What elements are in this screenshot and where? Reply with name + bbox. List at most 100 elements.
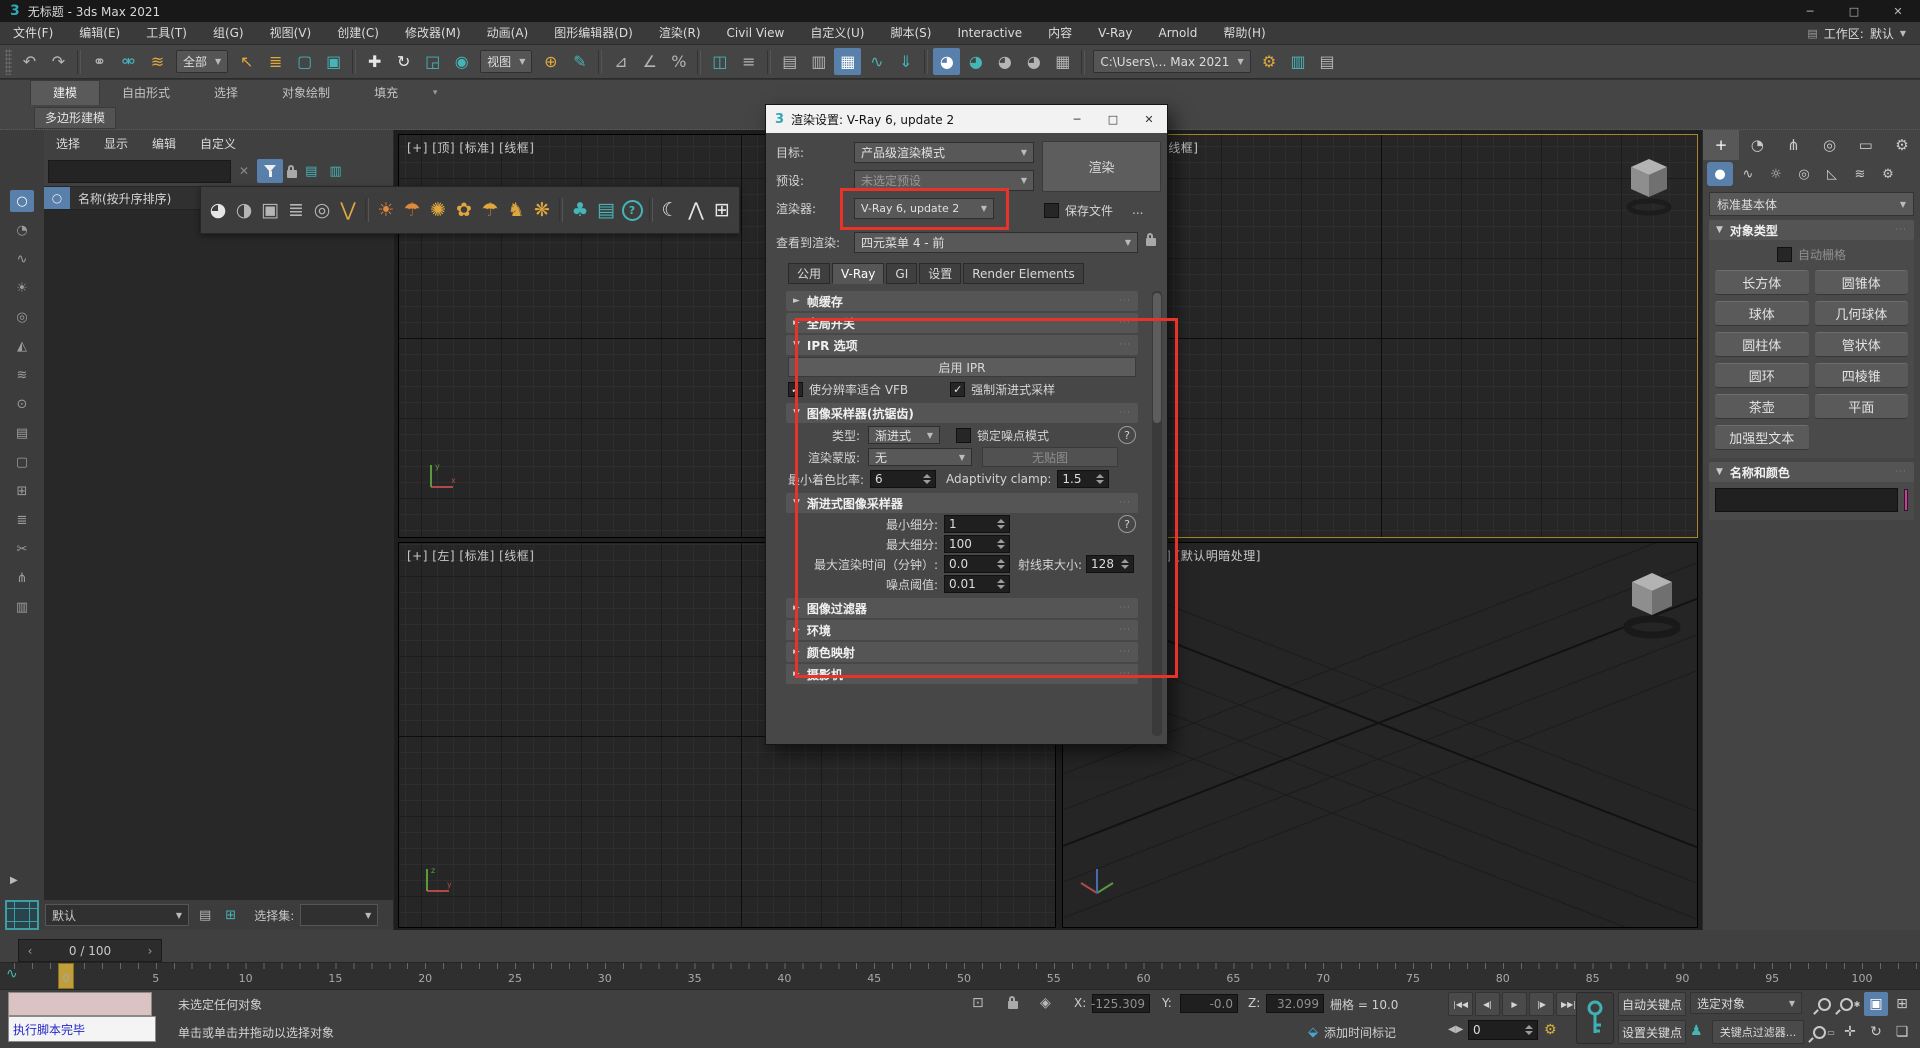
dialog-close-button[interactable]: ✕ bbox=[1131, 105, 1167, 133]
vray-ies-light-icon[interactable]: ✿ bbox=[451, 191, 477, 229]
vray-stereo-camera-icon[interactable]: ◎ bbox=[309, 191, 335, 229]
vray-gi-icon[interactable]: ♞ bbox=[503, 191, 529, 229]
menu-item-动画(A)[interactable]: 动画(A) bbox=[474, 22, 542, 44]
scene-explorer-icon[interactable]: ▥ bbox=[805, 48, 832, 75]
selection-lock-icon[interactable]: ⊡ bbox=[972, 995, 984, 1011]
object-type-button-圆锥体[interactable]: 圆锥体 bbox=[1815, 270, 1909, 295]
vray-sun-icon[interactable]: ✺ bbox=[425, 191, 451, 229]
vray-notes-icon[interactable]: ▤ bbox=[593, 191, 619, 229]
object-type-rollout-header[interactable]: ▼ 对象类型 ··· bbox=[1709, 220, 1914, 240]
pan-hand-icon[interactable]: ✛ bbox=[1838, 1020, 1862, 1044]
object-type-button-几何球体[interactable]: 几何球体 bbox=[1815, 301, 1909, 326]
view-to-render-dropdown[interactable]: 四元菜单 4 - 前▼ bbox=[854, 232, 1138, 253]
vray-ambient-light-icon[interactable]: ☂ bbox=[477, 191, 503, 229]
menu-item-修改器(M)[interactable]: 修改器(M) bbox=[392, 22, 474, 44]
view-lock-icon[interactable] bbox=[1146, 238, 1156, 246]
workspace-selector[interactable]: ▤ 工作区: 默认 ▼ bbox=[1807, 25, 1920, 42]
render-button[interactable]: 渲染 bbox=[1042, 141, 1161, 192]
object-type-button-茶壶[interactable]: 茶壶 bbox=[1715, 394, 1809, 419]
explorer-window-icon[interactable]: ⊞ bbox=[221, 908, 240, 923]
frame-buffer-rollout-header[interactable]: ► 帧缓存··· bbox=[786, 291, 1138, 311]
absolute-mode-icon[interactable]: ◈ bbox=[1040, 995, 1051, 1011]
vray-vegetation-icon[interactable]: ♣ bbox=[567, 191, 593, 229]
character-icon[interactable]: ♟ bbox=[1690, 1023, 1703, 1039]
viewport-top-label[interactable]: [+] [顶] [标准] [线框] bbox=[407, 139, 534, 156]
spacewarps-category-icon[interactable]: ≋ bbox=[1847, 162, 1873, 186]
geometry-category-icon[interactable]: ● bbox=[1707, 162, 1733, 186]
undo-icon[interactable]: ↶ bbox=[16, 48, 43, 75]
zoom-extents-icon[interactable]: ▣ bbox=[1864, 992, 1888, 1016]
select-placement-icon[interactable]: ◉ bbox=[448, 48, 475, 75]
current-frame-field[interactable]: 0 bbox=[1468, 1020, 1538, 1040]
display-bones-icon[interactable]: ▢ bbox=[10, 451, 34, 473]
lock-icon[interactable] bbox=[287, 170, 297, 178]
ribbon-tab-对象绘制[interactable]: 对象绘制 bbox=[260, 81, 352, 105]
object-type-button-圆柱体[interactable]: 圆柱体 bbox=[1715, 332, 1809, 357]
save-file-checkbox[interactable] bbox=[1044, 203, 1059, 218]
object-type-button-加强型文本[interactable]: 加强型文本 bbox=[1715, 425, 1809, 450]
target-dropdown[interactable]: 产品级渲染模式▼ bbox=[854, 142, 1034, 163]
ribbon-subtab-polygon-modeling[interactable]: 多边形建模 bbox=[34, 107, 116, 129]
go-to-start-icon[interactable]: |◀◀ bbox=[1448, 992, 1473, 1016]
selection-set-keying-dropdown[interactable]: 选定对象▼ bbox=[1690, 992, 1802, 1014]
vray-proxy-icon[interactable]: ⊞ bbox=[709, 191, 735, 229]
project-folder-dropdown[interactable]: C:\Users\… Max 2021▼ bbox=[1093, 50, 1250, 73]
maximize-button[interactable]: □ bbox=[1832, 0, 1876, 22]
vray-sphere-icon[interactable]: ☾ bbox=[657, 191, 683, 229]
auto-key-button[interactable]: 自动关键点 bbox=[1618, 992, 1686, 1016]
vray-light-icon[interactable]: ☀ bbox=[373, 191, 399, 229]
object-type-button-球体[interactable]: 球体 bbox=[1715, 301, 1809, 326]
render-iterative-icon[interactable]: ◕ bbox=[1020, 48, 1047, 75]
name-color-rollout-header[interactable]: ▼ 名称和颜色 ··· bbox=[1709, 462, 1914, 482]
menu-item-脚本(S)[interactable]: 脚本(S) bbox=[877, 22, 944, 44]
previous-frame-icon[interactable]: ◀| bbox=[1475, 992, 1500, 1016]
display-xrefs-icon[interactable]: ▤ bbox=[10, 422, 34, 444]
display-groups-icon[interactable]: ⊙ bbox=[10, 393, 34, 415]
unlink-icon[interactable]: ⚮ bbox=[115, 48, 142, 75]
close-button[interactable]: ✕ bbox=[1876, 0, 1920, 22]
display-none-icon[interactable]: ○ bbox=[10, 190, 34, 212]
minimize-button[interactable]: ─ bbox=[1788, 0, 1832, 22]
percent-snap-icon[interactable]: % bbox=[665, 48, 692, 75]
toolbar-grip[interactable] bbox=[5, 49, 12, 75]
render-preset-icon[interactable]: ⚙ bbox=[1256, 48, 1283, 75]
snap-toggle-icon[interactable]: ⊿ bbox=[607, 48, 634, 75]
zoom-icon[interactable] bbox=[1812, 992, 1836, 1016]
key-filters-button[interactable]: 关键点过滤器... bbox=[1712, 1020, 1804, 1044]
angle-snap-icon[interactable]: ∠ bbox=[636, 48, 663, 75]
selection-lock-toggle-icon[interactable] bbox=[1008, 1001, 1018, 1009]
menu-item-组(G)[interactable]: 组(G) bbox=[200, 22, 257, 44]
align-icon[interactable]: ≡ bbox=[735, 48, 762, 75]
maximize-viewport-icon[interactable]: ❏ bbox=[1890, 1020, 1914, 1044]
menu-item-Civil View[interactable]: Civil View bbox=[714, 22, 798, 44]
rendered-frame-window-icon[interactable]: ◕ bbox=[962, 48, 989, 75]
reference-coordinate-dropdown[interactable]: 视图▼ bbox=[480, 50, 532, 73]
display-tab-icon[interactable]: ▭ bbox=[1848, 130, 1884, 160]
select-object-icon[interactable]: ↖ bbox=[233, 48, 260, 75]
add-time-tag[interactable]: ⬙ 添加时间标记 bbox=[1308, 1024, 1396, 1041]
display-containers-icon[interactable]: ⊞ bbox=[10, 480, 34, 502]
primitive-category-dropdown[interactable]: 标准基本体▼ bbox=[1709, 192, 1914, 216]
menu-item-帮助(H)[interactable]: 帮助(H) bbox=[1210, 22, 1278, 44]
menu-item-V-Ray[interactable]: V-Ray bbox=[1085, 22, 1145, 44]
display-shapes-icon[interactable]: ∿ bbox=[10, 248, 34, 270]
dialog-tab-GI[interactable]: GI bbox=[886, 263, 917, 284]
key-step-icon[interactable]: ◀▶ bbox=[1448, 1024, 1463, 1035]
hierarchy-view-icon[interactable]: ▤ bbox=[301, 164, 321, 179]
object-type-button-四棱锥[interactable]: 四棱锥 bbox=[1815, 363, 1909, 388]
viewport-layout-tabs-button[interactable] bbox=[5, 900, 39, 930]
select-move-icon[interactable]: ✚ bbox=[361, 48, 388, 75]
frame-counter[interactable]: ‹ 0 / 100 › bbox=[18, 939, 162, 962]
vray-list-icon[interactable]: ≣ bbox=[283, 191, 309, 229]
vray-dome-light-icon[interactable]: ☂ bbox=[399, 191, 425, 229]
state-sets-icon[interactable]: ▤ bbox=[1314, 48, 1341, 75]
prev-frame-icon[interactable]: ‹ bbox=[19, 944, 41, 958]
ribbon-tab-自由形式[interactable]: 自由形式 bbox=[100, 81, 192, 105]
explorer-menu-编辑[interactable]: 编辑 bbox=[140, 135, 188, 152]
edit-cut-icon[interactable]: ✂ bbox=[10, 538, 34, 560]
scene-object-list[interactable] bbox=[44, 210, 393, 900]
lights-category-icon[interactable]: ☼ bbox=[1763, 162, 1789, 186]
menu-item-编辑(E)[interactable]: 编辑(E) bbox=[66, 22, 133, 44]
clear-search-icon[interactable]: ✕ bbox=[235, 164, 253, 178]
zoom-region-icon[interactable]: ▭ bbox=[1812, 1020, 1836, 1044]
